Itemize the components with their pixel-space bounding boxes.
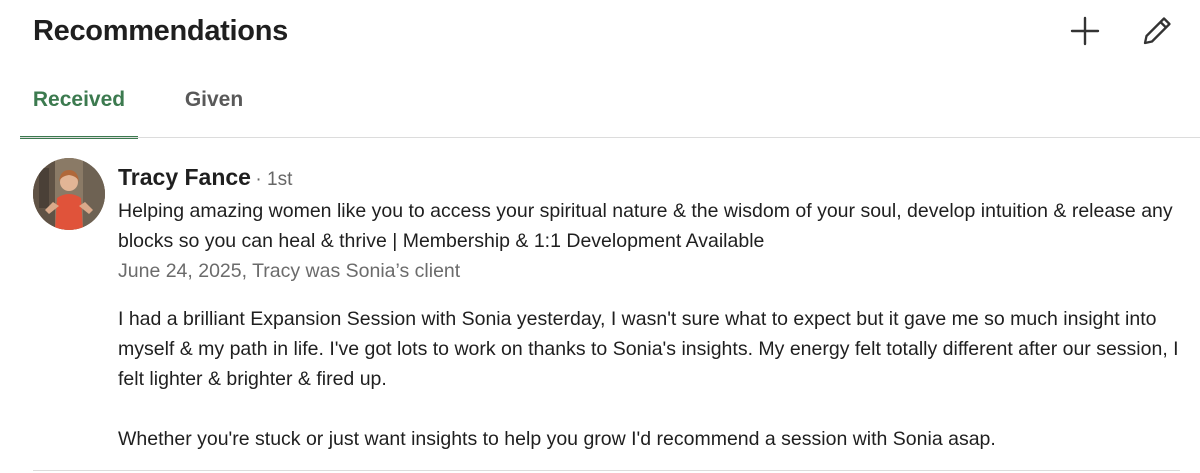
recommendation-text: I had a brilliant Expansion Session with… xyxy=(118,304,1188,454)
recommendation-meta: June 24, 2025, Tracy was Sonia’s client xyxy=(118,260,461,282)
add-recommendation-button[interactable] xyxy=(1066,12,1104,50)
connection-degree: · 1st xyxy=(255,169,293,190)
tab-received[interactable]: Received xyxy=(20,70,138,139)
author-line: Tracy Fance · 1st xyxy=(118,162,292,196)
recommendation-item: Tracy Fance · 1st Helping amazing women … xyxy=(0,138,1200,473)
recommendation-paragraph: I had a brilliant Expansion Session with… xyxy=(118,308,1179,390)
edit-recommendations-button[interactable] xyxy=(1138,12,1176,50)
avatar[interactable] xyxy=(33,158,105,230)
author-name[interactable]: Tracy Fance xyxy=(118,164,251,190)
pencil-icon xyxy=(1143,17,1171,45)
plus-icon xyxy=(1070,16,1100,46)
recommendation-paragraph: Whether you're stuck or just want insigh… xyxy=(118,428,996,450)
tab-bar: Received Given xyxy=(20,70,1200,139)
page-title: Recommendations xyxy=(33,15,288,47)
profile-photo-icon xyxy=(33,158,105,230)
author-headline: Helping amazing women like you to access… xyxy=(118,200,1173,252)
tab-given[interactable]: Given xyxy=(168,70,260,136)
item-divider xyxy=(33,470,1180,471)
section-header: Recommendations xyxy=(0,0,1200,66)
